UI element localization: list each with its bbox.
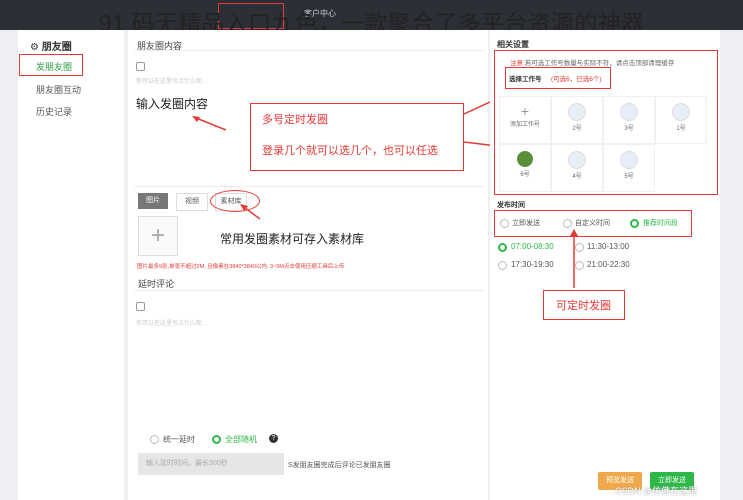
divider: [134, 290, 484, 291]
content-annotation: 输入发圈内容: [136, 97, 209, 111]
delay-seconds-input[interactable]: 输入延时时间，最长300秒: [138, 453, 284, 475]
arrow-icon: [570, 229, 578, 288]
time-slot: 21:00-22:30: [587, 260, 630, 269]
avatar: [620, 103, 638, 121]
tab-images[interactable]: 图片: [138, 193, 168, 209]
account-count-highlight: [505, 67, 611, 89]
radio-slot[interactable]: [498, 243, 507, 252]
radio-all-random[interactable]: [212, 435, 221, 444]
divider: [134, 50, 484, 51]
schedule-callout-text: 可定时发圈: [556, 300, 611, 312]
avatar: [620, 151, 638, 169]
unified-delay-label: 统一延时: [163, 435, 195, 444]
publish-time-title: 发布时间: [497, 202, 525, 209]
avatar: [568, 151, 586, 169]
divider: [134, 186, 484, 187]
all-random-label: 全部随机: [225, 435, 257, 444]
radio-unified-delay[interactable]: [150, 435, 159, 444]
plus-icon: +: [520, 103, 530, 119]
callout-line-1: 多号定时发圈: [262, 114, 328, 126]
account-card[interactable]: 4号: [551, 144, 603, 192]
custom-time-label: 自定义时间: [575, 220, 610, 227]
help-icon[interactable]: ?: [269, 434, 278, 443]
content-textarea[interactable]: 你可以在这里写点什么呢...: [136, 76, 207, 85]
time-slot: 17:30-19:30: [511, 260, 554, 269]
sidebar: [18, 30, 124, 500]
radio-custom-time[interactable]: [563, 219, 572, 228]
account-card[interactable]: 2号: [551, 96, 603, 144]
account-card[interactable]: 3号: [603, 96, 655, 144]
radio-send-now[interactable]: [500, 219, 509, 228]
avatar: [568, 103, 586, 121]
settings-notice: 注意:若可选工作号数量与实际不符，请点击顶部清理缓存: [510, 60, 675, 67]
time-slot: 11:30-13:00: [587, 242, 630, 251]
emoji-icon[interactable]: [136, 302, 145, 311]
settings-icon: ⚙: [30, 42, 39, 53]
arrow-icon: [240, 204, 261, 220]
account-card[interactable]: 5号: [603, 144, 655, 192]
comment-textarea[interactable]: 你可以在这里写点什么呢...: [136, 318, 207, 327]
add-image-button[interactable]: +: [138, 216, 178, 256]
material-annotation: 常用发圈素材可存入素材库: [220, 232, 365, 246]
radio-slot[interactable]: [498, 261, 507, 270]
radio-recommended-slots[interactable]: [630, 219, 639, 228]
sidebar-item-moments-interaction[interactable]: 朋友圈互动: [36, 83, 81, 96]
arrow-icon: [192, 116, 227, 131]
add-account-button[interactable]: + 添加工作号: [499, 96, 551, 144]
callout-line-2: 登录几个就可以选几个，也可以任选: [262, 145, 438, 157]
settings-title: 相关设置: [497, 40, 529, 49]
emoji-icon[interactable]: [136, 62, 145, 71]
image-upload-hint: 图片最多9张,单张不超过2M, 且像素在3840*3840以内, 3~5M点击使…: [137, 264, 345, 270]
sidebar-title: ⚙ 朋友圈: [30, 42, 72, 53]
account-card[interactable]: 1号: [655, 96, 707, 144]
avatar: [517, 151, 533, 167]
delay-note: S发朋友圈完成后评论已发朋友圈: [288, 462, 391, 469]
avatar: [672, 103, 690, 121]
watermark: CSDN @仿佛在这里: [615, 486, 698, 496]
sidebar-highlight-box: [19, 54, 83, 76]
recommended-slots-label: 推荐时间段: [643, 220, 678, 227]
send-now-label: 立即发送: [512, 220, 540, 227]
tab-video[interactable]: 视频: [176, 193, 208, 211]
time-slot: 07:00-08:30: [511, 242, 554, 251]
sidebar-item-history[interactable]: 历史记录: [36, 105, 72, 118]
delay-comment-label: 延时评论: [138, 279, 175, 289]
account-card[interactable]: 6号: [499, 144, 551, 192]
